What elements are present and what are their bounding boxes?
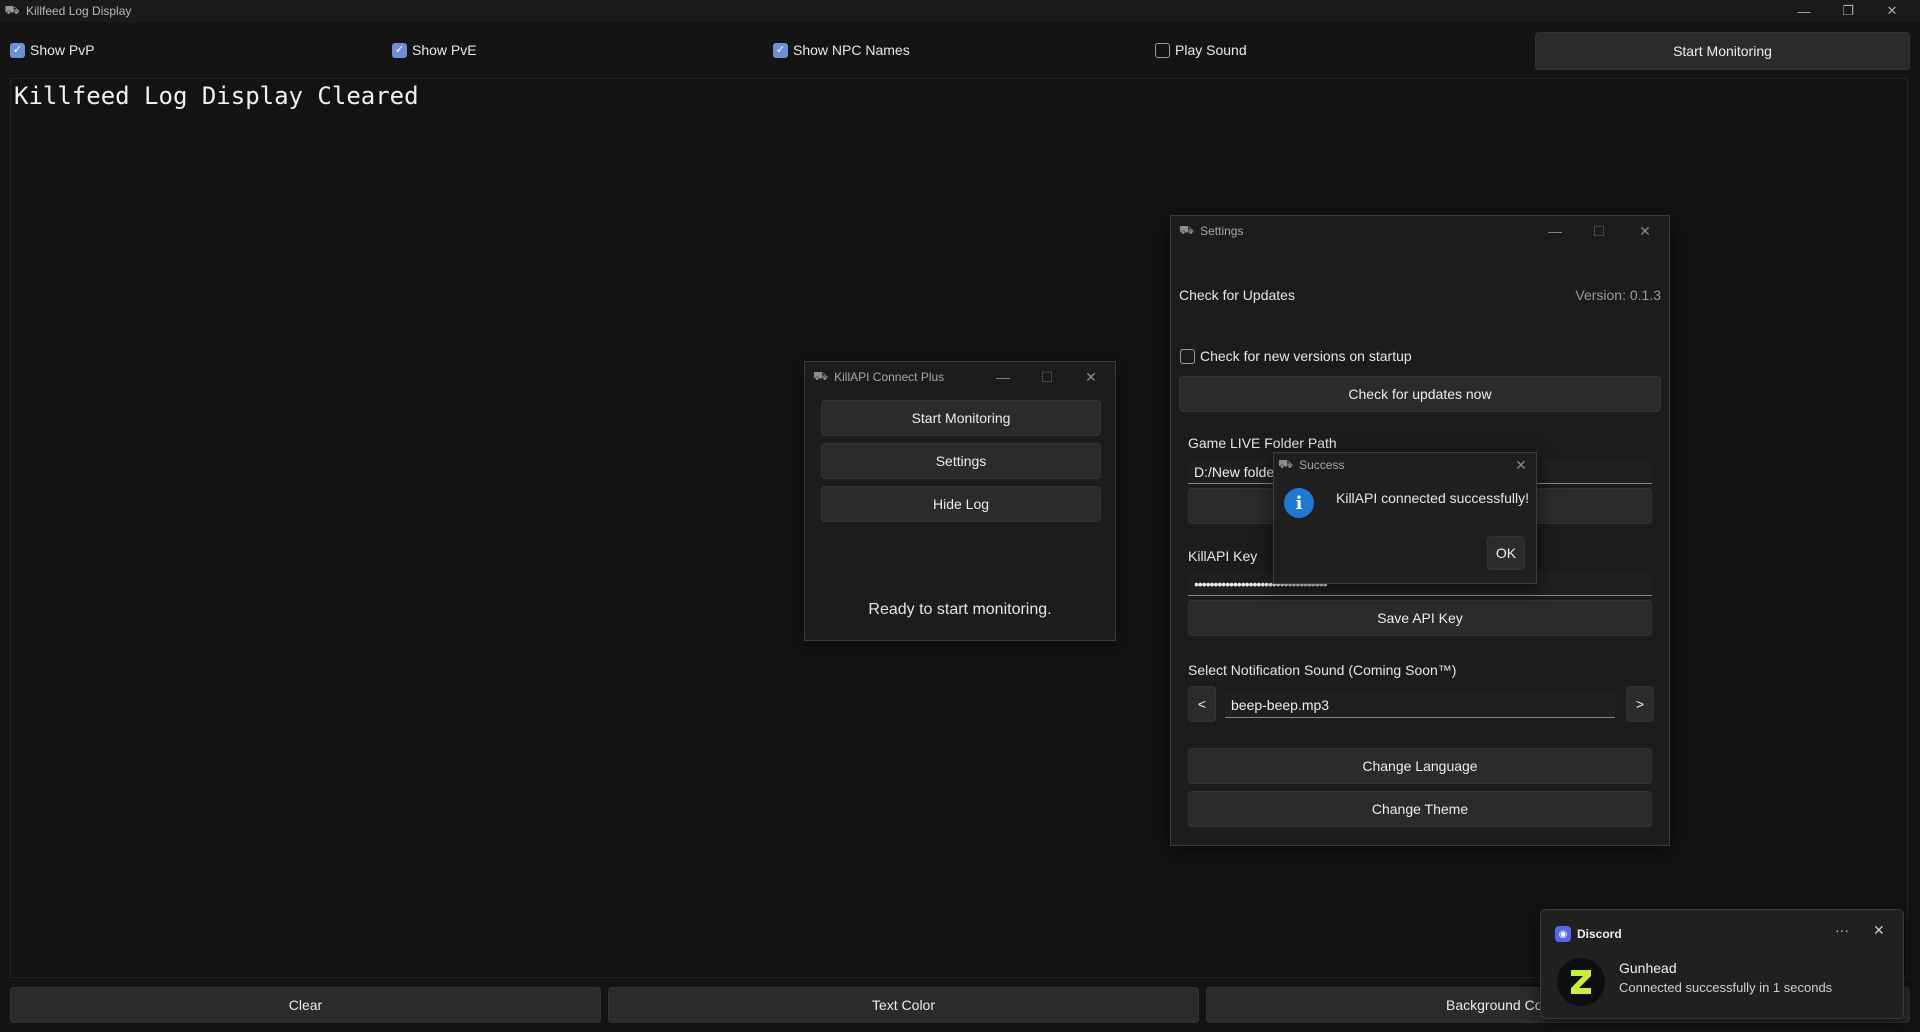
change-language-button[interactable]: Change Language [1188,748,1652,784]
sound-label: Select Notification Sound (Coming Soon™) [1188,662,1457,678]
success-title: Success [1299,458,1345,472]
connect-settings-button[interactable]: Settings [821,443,1101,479]
folder-path-label: Game LIVE Folder Path [1188,435,1337,451]
show-pvp-label: Show PvP [30,42,95,58]
checkbox-unchecked-icon [1180,348,1195,364]
settings-title: Settings [1200,224,1244,238]
api-key-label: KillAPI Key [1188,548,1258,564]
sound-select-input[interactable]: beep-beep.mp3 [1225,692,1615,718]
killapi-connect-window: ⛟ KillAPI Connect Plus — ☐ ✕ Start Monit… [804,361,1116,641]
app-icon: ⛟ [1278,457,1294,471]
log-text: Killfeed Log Display Cleared [14,82,419,110]
toast-message: Connected successfully in 1 seconds [1619,980,1833,995]
checkbox-unchecked-icon [1155,42,1170,58]
version-text: Version: 0.1.3 [1575,287,1661,303]
ok-button[interactable]: OK [1487,536,1525,570]
success-message: KillAPI connected successfully! [1336,490,1529,506]
main-window-title: Killfeed Log Display [26,4,132,18]
discord-notification[interactable]: ◉ Discord ··· ✕ Gunhead Connected succes… [1540,909,1904,1019]
start-monitoring-button[interactable]: Start Monitoring [1535,32,1910,70]
check-updates-heading: Check for Updates [1179,287,1295,303]
show-pve-label: Show PvE [412,42,477,58]
app-icon: ⛟ [4,3,20,17]
minimize-icon[interactable]: — [1535,216,1575,246]
more-options-icon[interactable]: ··· [1835,922,1849,938]
change-theme-button[interactable]: Change Theme [1188,791,1652,827]
info-icon-wrap: i [1284,488,1314,518]
app-icon: ⛟ [1179,223,1195,237]
previous-sound-button[interactable]: < [1188,686,1216,722]
checkbox-checked-icon: ✓ [392,42,407,58]
startup-check-label: Check for new versions on startup [1200,348,1412,364]
next-sound-button[interactable]: > [1626,686,1654,722]
check-updates-now-button[interactable]: Check for updates now [1179,376,1661,412]
maximize-icon: ☐ [1040,368,1054,385]
close-icon[interactable]: ✕ [1870,0,1914,22]
startup-check-checkbox[interactable]: Check for new versions on startup [1180,348,1412,364]
close-icon[interactable]: ✕ [1873,922,1885,939]
close-icon[interactable]: ✕ [1625,216,1665,246]
success-title-bar: ⛟ Success [1274,453,1536,477]
connect-window-title-bar: ⛟ KillAPI Connect Plus [805,362,1115,392]
minimize-icon[interactable]: — [983,362,1023,392]
play-sound-label: Play Sound [1175,42,1247,58]
toast-header: ◉ Discord [1555,926,1622,942]
show-pvp-checkbox[interactable]: ✓ Show PvP [10,42,95,58]
info-icon: i [1284,488,1314,518]
show-npc-names-checkbox[interactable]: ✓ Show NPC Names [773,42,910,58]
connect-start-monitoring-button[interactable]: Start Monitoring [821,400,1101,436]
toast-sender: Gunhead [1619,960,1677,976]
success-dialog: ⛟ Success ✕ i KillAPI connected successf… [1273,452,1537,584]
maximize-icon: ☐ [1592,222,1606,239]
connect-status-text: Ready to start monitoring. [868,601,1052,618]
main-title-bar: ⛟ Killfeed Log Display [0,0,1920,22]
restore-icon[interactable]: ❐ [1826,0,1870,22]
show-npc-names-label: Show NPC Names [793,42,910,58]
app-icon: ⛟ [813,369,829,383]
gunhead-avatar-icon [1571,970,1591,994]
toast-app-name: Discord [1577,927,1622,941]
connect-window-title: KillAPI Connect Plus [834,370,945,384]
minimize-icon[interactable]: — [1782,0,1826,22]
text-color-button[interactable]: Text Color [608,987,1199,1023]
save-api-key-button[interactable]: Save API Key [1188,600,1652,636]
hide-log-button[interactable]: Hide Log [821,486,1101,522]
clear-button[interactable]: Clear [10,987,601,1023]
close-icon[interactable]: ✕ [1071,362,1111,392]
discord-logo-icon: ◉ [1555,926,1571,942]
play-sound-checkbox[interactable]: Play Sound [1155,42,1247,58]
avatar [1557,958,1605,1006]
checkbox-checked-icon: ✓ [773,42,788,58]
close-icon[interactable]: ✕ [1506,453,1536,477]
checkbox-checked-icon: ✓ [10,42,25,58]
show-pve-checkbox[interactable]: ✓ Show PvE [392,42,477,58]
